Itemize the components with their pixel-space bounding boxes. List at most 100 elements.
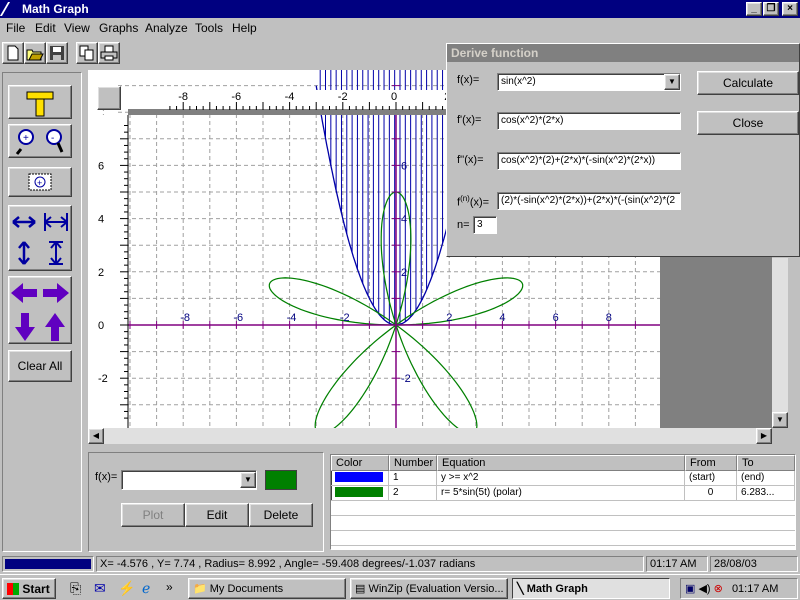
close-button[interactable]: × <box>782 2 798 16</box>
equation-dropdown-icon[interactable]: ▼ <box>240 472 256 488</box>
inner-x-tick-label: -4 <box>287 312 297 324</box>
function-select[interactable]: sin(x^2) ▼ <box>497 73 681 91</box>
task-label: WinZip (Evaluation Versio... <box>368 583 504 595</box>
left-ruler-label: 4 <box>98 214 104 226</box>
fit-button[interactable]: + <box>8 167 72 197</box>
scroll-left-arrow-icon[interactable]: ◀ <box>88 428 104 444</box>
col-number[interactable]: Number <box>389 455 437 471</box>
row-equation: y >= x^2 <box>437 471 685 486</box>
inner-x-tick-label: 4 <box>499 312 505 324</box>
new-icon[interactable] <box>2 42 24 64</box>
system-tray: ▣ ◀) ⊗ 01:17 AM <box>680 578 798 599</box>
outlook-icon[interactable]: ✉ <box>94 580 106 597</box>
winamp-icon[interactable]: ⚡ <box>118 580 135 597</box>
menu-view[interactable]: View <box>64 21 90 35</box>
color-swatch-fill <box>266 471 296 489</box>
row-number: 1 <box>389 471 437 486</box>
maximize-button[interactable]: ❐ <box>763 2 779 16</box>
print-icon[interactable] <box>98 42 120 64</box>
tray-alert-icon[interactable]: ⊗ <box>714 583 723 595</box>
inner-y-tick-label: 2 <box>401 267 407 279</box>
row-color-swatch <box>335 472 383 482</box>
left-ruler-label: -2 <box>98 373 108 385</box>
color-swatch[interactable] <box>265 470 297 490</box>
nth-label-x: (x)= <box>469 196 490 209</box>
zoom-in-icon[interactable]: + - <box>9 125 71 157</box>
svg-text:-: - <box>51 133 54 144</box>
row-number: 2 <box>389 486 437 501</box>
col-color[interactable]: Color <box>331 455 389 471</box>
save-icon[interactable] <box>46 42 68 64</box>
stretch-buttons[interactable] <box>8 205 72 271</box>
scroll-right-arrow-icon[interactable]: ▶ <box>756 428 772 444</box>
copy-icon[interactable] <box>76 42 98 64</box>
menu-edit[interactable]: Edit <box>35 21 56 35</box>
inner-x-tick-label: -6 <box>233 312 243 324</box>
menu-file[interactable]: File <box>6 21 25 35</box>
ie-icon[interactable]: ℯ <box>142 580 150 597</box>
menu-graphs[interactable]: Graphs <box>99 21 138 35</box>
equation-table: Color Number Equation From To 1 y >= x^2… <box>330 454 796 550</box>
table-row[interactable]: 1 y >= x^2 (start) (end) <box>331 471 795 486</box>
chevron-down-icon[interactable]: ▼ <box>664 74 680 90</box>
ruler-button[interactable] <box>8 85 72 119</box>
task-winzip[interactable]: ▤ WinZip (Evaluation Versio... <box>350 578 508 599</box>
inner-x-tick-label: -2 <box>340 312 350 324</box>
left-ruler-label: 0 <box>98 320 104 332</box>
col-from[interactable]: From <box>685 455 737 471</box>
nth-derivative-field[interactable]: (2)*(-sin(x^2)*(2*x))+(2*x)*(-(sin(x^2)*… <box>497 192 681 210</box>
table-row[interactable]: 2 r= 5*sin(5t) (polar) 0 6.283... <box>331 486 795 501</box>
entry-f-label: f(x)= <box>95 471 118 483</box>
row-to: (end) <box>737 471 795 486</box>
minimize-button[interactable]: _ <box>746 2 762 16</box>
edit-button[interactable]: Edit <box>185 503 249 527</box>
row-color-swatch <box>335 487 383 497</box>
calculate-button[interactable]: Calculate <box>697 71 799 95</box>
n-field[interactable]: 3 <box>473 216 497 234</box>
empty-rows <box>331 501 795 549</box>
volume-icon[interactable]: ◀) <box>698 583 710 595</box>
clear-all-button[interactable]: Clear All <box>8 350 72 382</box>
delete-button[interactable]: Delete <box>249 503 313 527</box>
left-ruler-label: 2 <box>98 267 104 279</box>
first-derivative-label: f'(x)= <box>457 114 482 126</box>
desktop-icon[interactable]: ⎘ <box>70 580 81 597</box>
graph-gray-area <box>660 258 772 428</box>
pan-buttons[interactable] <box>8 276 72 344</box>
tray-monitor-icon[interactable]: ▣ <box>685 583 695 595</box>
col-to[interactable]: To <box>737 455 795 471</box>
inner-x-tick-label: 2 <box>446 312 452 324</box>
vertical-scrollbar[interactable]: ▼ <box>772 258 788 428</box>
horizontal-scrollbar[interactable]: ◀ ▶ <box>88 428 772 444</box>
menu-analyze[interactable]: Analyze <box>145 21 188 35</box>
close-dialog-button[interactable]: Close <box>697 111 799 135</box>
corner-button[interactable] <box>97 86 121 110</box>
second-derivative-label: f''(x)= <box>457 154 484 166</box>
n-label: n= <box>457 219 470 231</box>
first-derivative-field[interactable]: cos(x^2)*(2*x) <box>497 112 681 130</box>
task-math-graph[interactable]: ╲ Math Graph <box>512 578 670 599</box>
tray-clock: 01:17 AM <box>731 583 779 595</box>
zoom-buttons: + - <box>8 124 72 158</box>
menu-help[interactable]: Help <box>232 21 257 35</box>
plot-button[interactable]: Plot <box>121 503 185 527</box>
more-icon[interactable]: » <box>166 580 173 594</box>
function-select-value: sin(x^2) <box>501 76 536 87</box>
start-button[interactable]: Start <box>2 578 56 599</box>
task-my-documents[interactable]: 📁 My Documents <box>188 578 346 599</box>
stretch-arrows-icon <box>12 213 68 265</box>
start-label: Start <box>22 582 50 596</box>
status-date: 28/08/03 <box>710 556 798 572</box>
top-ruler-label: -8 <box>178 91 188 103</box>
menu-tools[interactable]: Tools <box>195 21 223 35</box>
col-equation[interactable]: Equation <box>437 455 685 471</box>
equation-input[interactable]: ▼ <box>121 470 257 490</box>
task-label: My Documents <box>209 583 284 595</box>
status-coords: X= -4.576 , Y= 7.74 , Radius= 8.992 , An… <box>96 556 644 572</box>
dialog-title: Derive function <box>447 44 799 62</box>
title-bar: Math Graph _ ❐ × <box>0 0 800 18</box>
open-icon[interactable] <box>24 42 46 64</box>
app-icon <box>0 2 23 16</box>
scroll-down-arrow-icon[interactable]: ▼ <box>772 412 788 428</box>
second-derivative-field[interactable]: cos(x^2)*(2)+(2*x)*(-sin(x^2)*(2*x)) <box>497 152 681 170</box>
